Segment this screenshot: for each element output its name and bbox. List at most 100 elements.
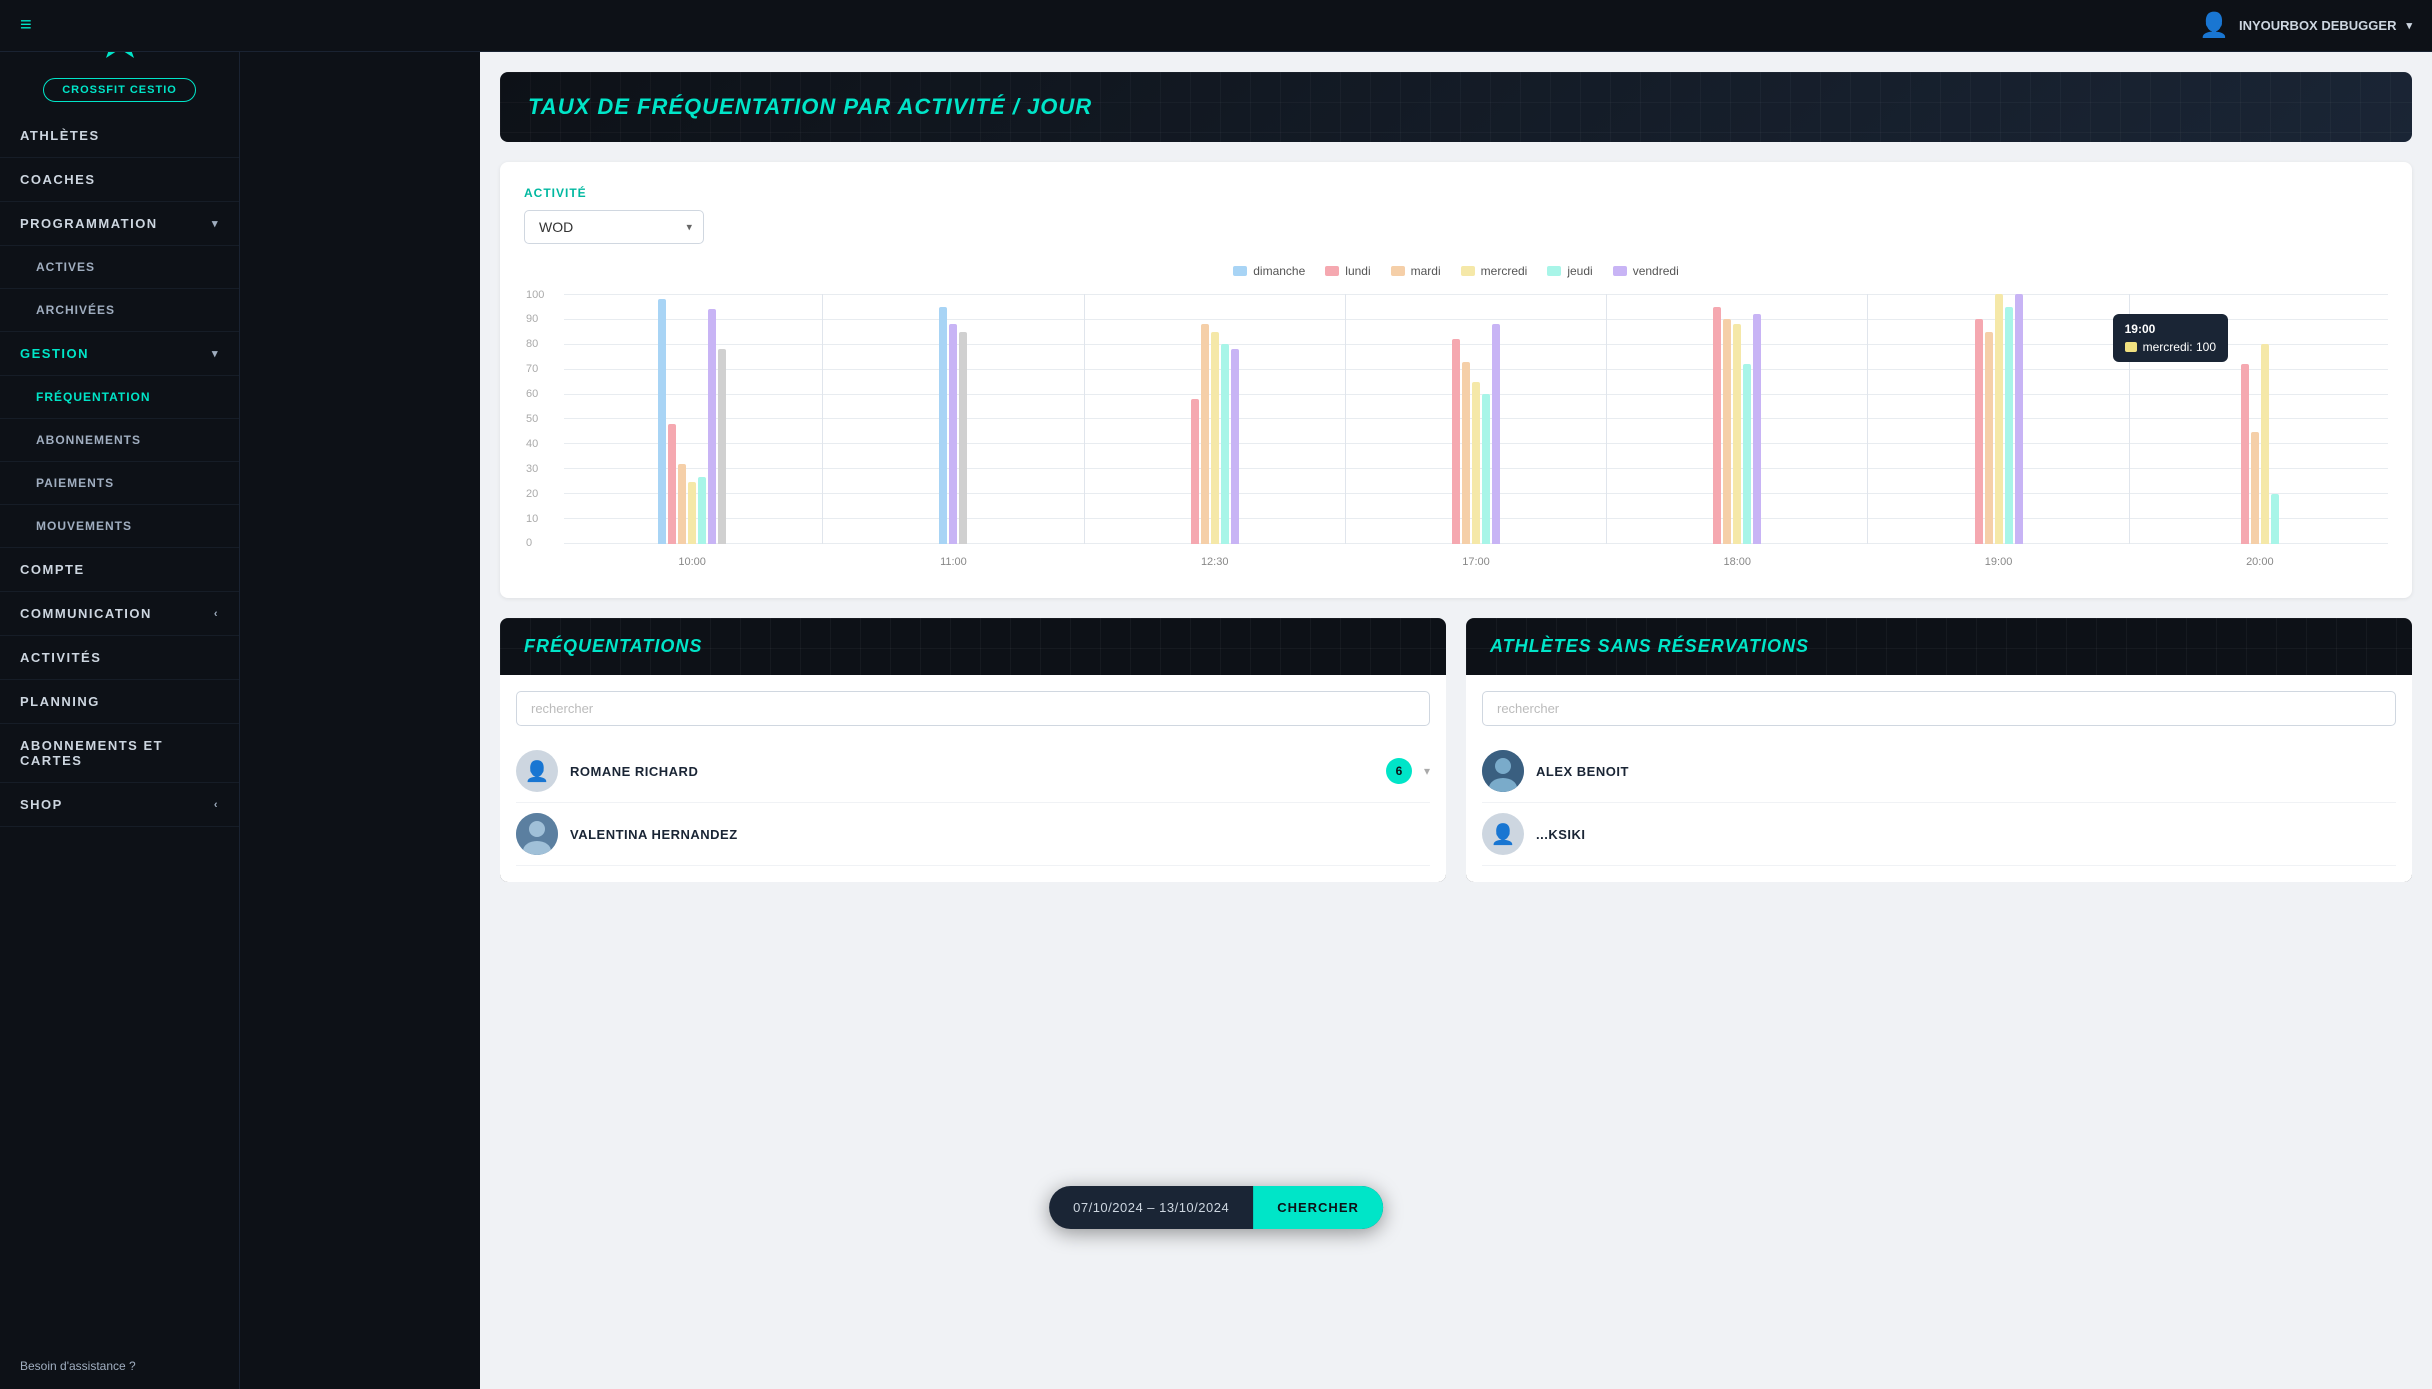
bar	[1201, 324, 1209, 544]
sidebar-item-coaches[interactable]: COACHES	[0, 158, 239, 202]
time-group: 10:00	[564, 294, 820, 544]
bar	[939, 307, 947, 545]
sidebar-item-shop[interactable]: SHOP ‹	[0, 783, 239, 827]
sidebar-item-abonnements-cartes[interactable]: ABONNEMENTS ET CARTES	[0, 724, 239, 783]
person-row: 👤 ROMANE RICHARD 6 ▾	[516, 740, 1430, 803]
athletes-header: ATHLÈTES SANS RÉSERVATIONS	[1466, 618, 2412, 675]
person-name: VALENTINA HERNANDEZ	[570, 827, 1430, 842]
bar	[1452, 339, 1460, 544]
bar	[1995, 294, 2003, 544]
time-group: 19:00	[1870, 294, 2126, 544]
sidebar-item-compte[interactable]: COMPTE	[0, 548, 239, 592]
bar	[1462, 362, 1470, 545]
topbar-right: 👤 INYOURBOX DEBUGGER ▾	[2199, 11, 2412, 40]
bar	[2251, 432, 2259, 545]
time-label: 10:00	[678, 556, 706, 568]
athletes-body: ALEX BENOIT 👤 ...KSIKI	[1466, 675, 2412, 882]
legend-dot	[1325, 266, 1339, 276]
group-divider	[1345, 294, 1346, 544]
activite-select-wrap: WOD ▾	[524, 210, 704, 244]
hamburger-icon[interactable]: ≡	[20, 14, 32, 37]
shop-chevron-icon: ‹	[214, 799, 219, 811]
sidebar-item-archivees[interactable]: ARCHIVÉES	[0, 289, 239, 332]
legend-dot	[1233, 266, 1247, 276]
time-bars	[1187, 294, 1243, 544]
avatar	[516, 813, 558, 855]
grid-label: 0	[526, 537, 532, 549]
bar	[1211, 332, 1219, 545]
bar	[2005, 307, 2013, 545]
sidebar-item-activites[interactable]: ACTIVITÉS	[0, 636, 239, 680]
bar	[1733, 324, 1741, 544]
legend-item: mercredi	[1461, 264, 1528, 278]
programmation-chevron-icon: ▾	[212, 217, 219, 230]
frequentations-search-input[interactable]	[516, 691, 1430, 726]
athletes-search-input[interactable]	[1482, 691, 2396, 726]
sidebar-item-actives[interactable]: ACTIVES	[0, 246, 239, 289]
group-divider	[1084, 294, 1085, 544]
bar	[1713, 307, 1721, 545]
bar	[1975, 319, 1983, 544]
row-chevron-icon[interactable]: ▾	[1424, 764, 1430, 778]
bar	[2015, 294, 2023, 544]
group-divider	[1606, 294, 1607, 544]
time-group: 18:00	[1609, 294, 1865, 544]
frequentations-body: 👤 ROMANE RICHARD 6 ▾ VALENTI	[500, 675, 1446, 882]
bar	[1191, 399, 1199, 544]
bar	[949, 324, 957, 544]
sidebar-item-paiements[interactable]: PAIEMENTS	[0, 462, 239, 505]
person-row: VALENTINA HERNANDEZ	[516, 803, 1430, 866]
sidebar-nav: ATHLÈTES COACHES PROGRAMMATION ▾ ACTIVES…	[0, 114, 239, 1343]
bar	[1753, 314, 1761, 544]
time-bars	[1709, 294, 1765, 544]
bars-container: 10:0011:0012:3017:0018:0019:0020:00	[564, 294, 2388, 544]
sidebar-item-gestion[interactable]: GESTION ▾	[0, 332, 239, 376]
chercher-button[interactable]: CHERCHER	[1253, 1186, 1383, 1229]
frequentations-header: FRÉQUENTATIONS	[500, 618, 1446, 675]
athletes-search-wrap	[1482, 691, 2396, 726]
person-row: ALEX BENOIT	[1482, 740, 2396, 803]
grid-label: 100	[526, 289, 544, 301]
date-search-bar: 07/10/2024 – 13/10/2024 CHERCHER	[1049, 1186, 1383, 1229]
gestion-chevron-icon: ▾	[212, 347, 219, 360]
legend-item: dimanche	[1233, 264, 1305, 278]
grid-label: 60	[526, 388, 538, 400]
grid-label: 50	[526, 413, 538, 425]
chart-legend: dimanchelundimardimercredijeudivendredi	[524, 264, 2388, 278]
bar	[2271, 494, 2279, 544]
legend-item: lundi	[1325, 264, 1370, 278]
sidebar-item-athletes[interactable]: ATHLÈTES	[0, 114, 239, 158]
sidebar-item-communication[interactable]: COMMUNICATION ‹	[0, 592, 239, 636]
time-label: 11:00	[940, 556, 967, 568]
time-bars	[935, 294, 971, 544]
sidebar-item-mouvements[interactable]: MOUVEMENTS	[0, 505, 239, 548]
topbar: ≡ 👤 INYOURBOX DEBUGGER ▾	[0, 0, 2432, 52]
time-bars	[654, 294, 730, 544]
legend-dot	[1547, 266, 1561, 276]
person-name: ROMANE RICHARD	[570, 764, 1374, 779]
sidebar-item-frequentation[interactable]: FRÉQUENTATION	[0, 376, 239, 419]
group-divider	[2129, 294, 2130, 544]
chart-section: ACTIVITÉ WOD ▾ dimanchelundimardimercred…	[500, 162, 2412, 598]
sidebar-item-planning[interactable]: PLANNING	[0, 680, 239, 724]
grid-label: 80	[526, 338, 538, 350]
sidebar-item-abonnements[interactable]: ABONNEMENTS	[0, 419, 239, 462]
bar	[2261, 344, 2269, 544]
time-group: 12:30	[1087, 294, 1343, 544]
legend-label: jeudi	[1567, 264, 1592, 278]
activite-select[interactable]: WOD	[524, 210, 704, 244]
page-title: TAUX DE FRÉQUENTATION PAR ACTIVITÉ / JOU…	[528, 94, 2384, 120]
legend-dot	[1391, 266, 1405, 276]
user-chevron-icon[interactable]: ▾	[2406, 19, 2412, 32]
bar	[959, 332, 967, 545]
legend-dot	[1461, 266, 1475, 276]
time-bars	[1971, 294, 2027, 544]
bar	[698, 477, 706, 545]
sidebar-brand: CROSSFIT CESTIO	[0, 72, 239, 114]
grid-label: 10	[526, 513, 538, 525]
brand-button[interactable]: CROSSFIT CESTIO	[43, 78, 196, 102]
legend-dot	[1613, 266, 1627, 276]
sidebar-help[interactable]: Besoin d'assistance ?	[0, 1343, 239, 1389]
sidebar-item-programmation[interactable]: PROGRAMMATION ▾	[0, 202, 239, 246]
grid-label: 70	[526, 363, 538, 375]
